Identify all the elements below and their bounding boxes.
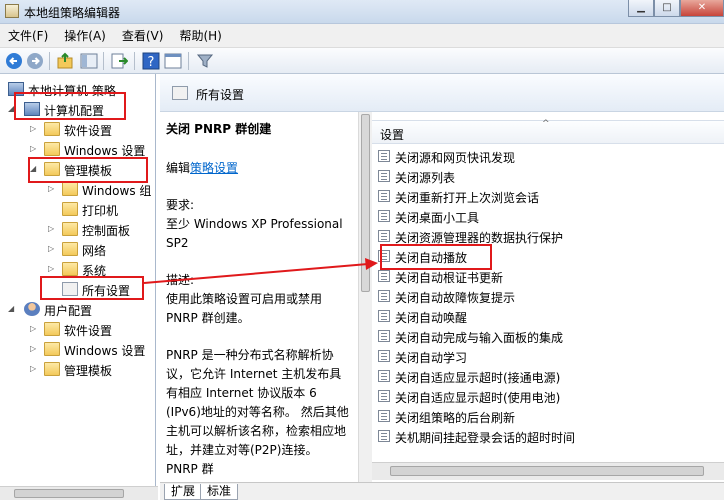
annotation-arrow — [143, 258, 378, 284]
